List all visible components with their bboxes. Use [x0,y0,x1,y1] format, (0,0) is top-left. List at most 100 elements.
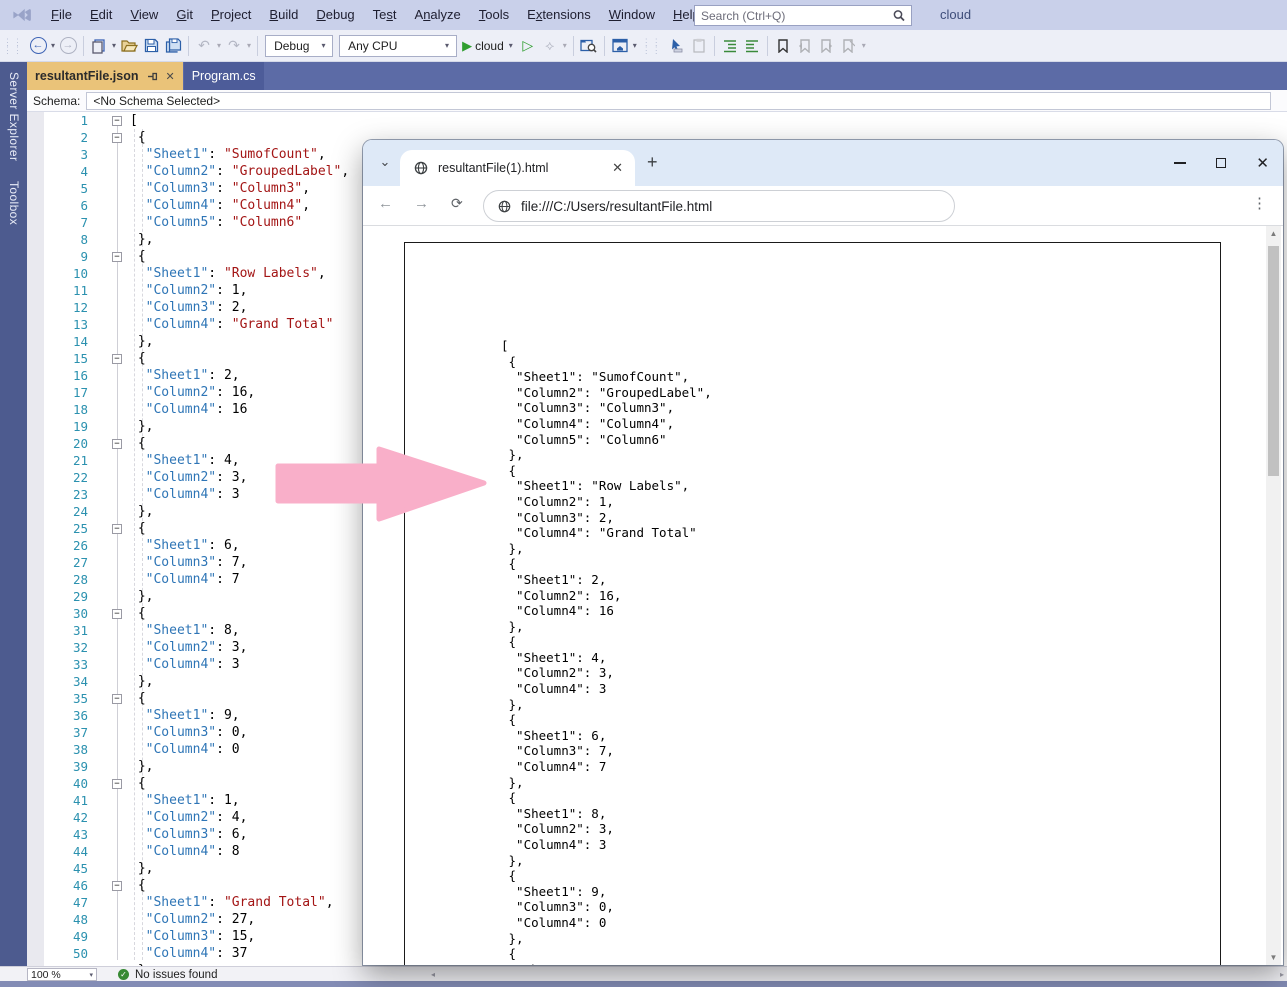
menu-view[interactable]: View [121,0,167,30]
menu-edit[interactable]: Edit [81,0,121,30]
fold-marker-icon[interactable]: − [112,439,122,449]
browser-menu-button[interactable]: ⋮ [1252,194,1267,212]
schema-select[interactable]: <No Schema Selected> [86,92,1271,110]
navigate-back-dropdown[interactable]: ▾ [49,41,57,50]
previous-bookmark-button[interactable] [794,34,816,58]
menu-build[interactable]: Build [260,0,307,30]
menu-test[interactable]: Test [364,0,406,30]
toolbar-grip[interactable]: ⋮⋮⋮⋮ [642,38,662,54]
pin-icon[interactable] [147,71,158,82]
line-number: 28 [45,571,88,588]
fold-marker-icon[interactable]: − [112,881,122,891]
menu-file[interactable]: File [42,0,81,30]
next-bookmark-button[interactable] [816,34,838,58]
close-tab-icon[interactable]: ✕ [166,70,175,83]
fold-marker-icon[interactable]: − [112,524,122,534]
close-window-button[interactable]: ✕ [1256,156,1269,171]
scrollbar-thumb[interactable] [1268,246,1279,476]
navigate-forward-button[interactable]: → [57,34,79,58]
maximize-button[interactable] [1216,158,1226,168]
new-tab-button[interactable]: + [647,152,658,173]
editor-horizontal-scrollbar[interactable]: ◂ ▸ [428,967,1287,982]
start-debugging-button[interactable]: ▶ cloud ▾ [460,34,517,58]
menu-analyze[interactable]: Analyze [406,0,470,30]
start-without-debugging-button[interactable]: ▷ [517,34,539,58]
fold-marker-icon[interactable]: − [112,116,122,126]
scroll-down-arrow-icon[interactable]: ▼ [1266,953,1281,962]
line-number: 47 [45,894,88,911]
menu-project[interactable]: Project [202,0,260,30]
address-bar[interactable]: file:///C:/Users/resultantFile.html [483,190,955,222]
open-file-button[interactable] [118,34,140,58]
line-number: 12 [45,299,88,316]
menu-window[interactable]: Window [600,0,664,30]
browser-tab[interactable]: resultantFile(1).html ✕ [400,150,635,186]
hot-reload-button[interactable]: ⟡ [539,34,561,58]
clear-bookmarks-button[interactable] [838,34,860,58]
line-number: 30 [45,605,88,622]
minimize-button[interactable] [1174,162,1186,164]
line-number: 39 [45,758,88,775]
paste-button[interactable] [688,34,710,58]
line-number: 34 [45,673,88,690]
toolbar-overflow-dropdown[interactable]: ▾ [631,41,639,50]
increase-indent-button[interactable] [741,34,763,58]
close-tab-icon[interactable]: ✕ [610,160,625,176]
fold-marker-icon[interactable]: − [112,252,122,262]
save-button[interactable] [140,34,162,58]
selection-cursor-button[interactable] [666,34,688,58]
scroll-up-arrow-icon[interactable]: ▲ [1266,229,1281,238]
tab-program-cs[interactable]: Program.cs [184,62,264,90]
document-tabstrip: resultantFile.json ✕ Program.cs [27,62,1287,90]
line-number: 26 [45,537,88,554]
sidebar-tab-server-explorer[interactable]: Server Explorer [7,62,21,171]
fold-marker-icon[interactable]: − [112,133,122,143]
solution-configuration-select[interactable]: Debug▾ [265,35,333,57]
solution-platform-select[interactable]: Any CPU▾ [339,35,457,57]
search-box[interactable] [694,5,912,26]
save-all-button[interactable] [162,34,184,58]
fold-marker-icon[interactable]: − [112,694,122,704]
browser-back-button[interactable]: ← [378,195,393,212]
menu-tools[interactable]: Tools [470,0,518,30]
sidebar-tab-toolbox[interactable]: Toolbox [7,171,21,235]
hot-reload-dropdown[interactable]: ▾ [561,41,569,50]
toolbar-separator [767,36,768,56]
tab-resultantfile-json[interactable]: resultantFile.json ✕ [27,62,183,90]
menu-extensions[interactable]: Extensions [518,0,600,30]
new-project-button[interactable] [88,34,110,58]
toggle-bookmark-button[interactable] [772,34,794,58]
menu-git[interactable]: Git [167,0,202,30]
solution-explorer-home-button[interactable] [609,34,631,58]
bookmarks-overflow-dropdown[interactable]: ▾ [860,41,868,50]
browser-reload-button[interactable]: ⟳ [451,195,463,212]
line-number: 50 [45,945,88,962]
undo-dropdown[interactable]: ▾ [215,41,223,50]
navigate-back-button[interactable]: ← [27,34,49,58]
decrease-indent-button[interactable] [719,34,741,58]
tab-search-chevron-button[interactable]: ⌄ [373,151,397,175]
line-number: 7 [45,214,88,231]
document-health-indicator[interactable]: ✓ No issues found [118,967,217,982]
undo-button[interactable]: ↶ [193,34,215,58]
line-number: 27 [45,554,88,571]
globe-icon [414,161,428,175]
scroll-right-arrow-icon[interactable]: ▸ [1280,970,1284,979]
line-number: 42 [45,809,88,826]
account-name[interactable]: cloud [940,0,971,30]
fold-marker-icon[interactable]: − [112,609,122,619]
scroll-left-arrow-icon[interactable]: ◂ [431,970,435,979]
browser-forward-button[interactable]: → [414,195,429,212]
toolbar-separator [714,36,715,56]
redo-dropdown[interactable]: ▾ [245,41,253,50]
browser-scrollbar[interactable]: ▲ ▼ [1266,226,1281,965]
find-in-files-button[interactable] [578,34,600,58]
fold-marker-icon[interactable]: − [112,779,122,789]
search-input[interactable] [695,9,891,23]
toolbar-grip[interactable]: ⋮⋮⋮⋮ [3,38,23,54]
redo-button[interactable]: ↷ [223,34,245,58]
new-project-dropdown[interactable]: ▾ [110,41,118,50]
editor-zoom-select[interactable]: 100 %▾ [27,968,97,981]
menu-debug[interactable]: Debug [307,0,363,30]
fold-marker-icon[interactable]: − [112,354,122,364]
